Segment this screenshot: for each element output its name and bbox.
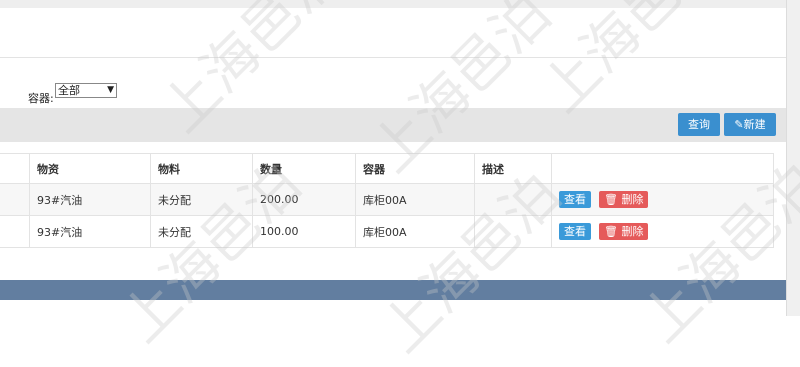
column-header-container[interactable]: 容器 [355,153,475,184]
table-cell [0,183,30,216]
table-header-row: 物资 物料 数量 容器 描述 [0,153,774,184]
actions-cell: 查看 🗑 删除 [551,215,774,248]
container-select[interactable]: 全部 ▼ [55,83,117,98]
toolbar [0,108,786,142]
column-header-description[interactable]: 描述 [474,153,552,184]
column-header-quantity[interactable]: 数量 [252,153,356,184]
delete-button-label: 删除 [621,225,644,238]
quantity-cell: 100.00 [252,215,356,248]
table-row: 93#汽油 未分配 100.00 库柜00A 查看 🗑 删除 [0,215,774,248]
container-filter-label: 容器: [28,92,54,105]
quantity-cell: 200.00 [252,183,356,216]
table-cell [0,215,30,248]
column-header-actions [551,153,774,184]
item-cell: 未分配 [150,183,253,216]
delete-button[interactable]: 🗑 删除 [599,191,649,208]
query-button-label: 查询 [688,118,710,131]
column-header [0,153,30,184]
actions-cell: 查看 🗑 删除 [551,183,774,216]
view-button[interactable]: 查看 [559,223,591,240]
inventory-table: 物资 物料 数量 容器 描述 93#汽油 未分配 200.00 库柜00A 查看… [0,153,774,248]
footer-bar [0,280,786,300]
view-button-label: 查看 [564,193,586,206]
table-row: 93#汽油 未分配 200.00 库柜00A 查看 🗑 删除 [0,183,774,216]
container-select-value: 全部 [58,84,80,97]
description-cell [474,183,552,216]
divider [0,57,786,58]
material-cell: 93#汽油 [29,183,151,216]
pencil-icon: ✎ [734,118,744,131]
container-cell: 库柜00A [355,215,475,248]
column-header-material[interactable]: 物资 [29,153,151,184]
chevron-down-icon: ▼ [107,85,114,95]
trash-icon: 🗑 [604,225,618,238]
view-button-label: 查看 [564,225,586,238]
description-cell [474,215,552,248]
vertical-scrollbar[interactable] [786,0,800,316]
delete-button[interactable]: 🗑 删除 [599,223,649,240]
query-button[interactable]: 查询 [678,113,720,136]
view-button[interactable]: 查看 [559,191,591,208]
item-cell: 未分配 [150,215,253,248]
column-header-item[interactable]: 物料 [150,153,253,184]
delete-button-label: 删除 [621,193,644,206]
new-button-label: 新建 [743,118,766,131]
container-cell: 库柜00A [355,183,475,216]
top-header-bar [0,0,786,8]
new-button[interactable]: ✎新建 [724,113,776,136]
trash-icon: 🗑 [604,193,618,206]
material-cell: 93#汽油 [29,215,151,248]
